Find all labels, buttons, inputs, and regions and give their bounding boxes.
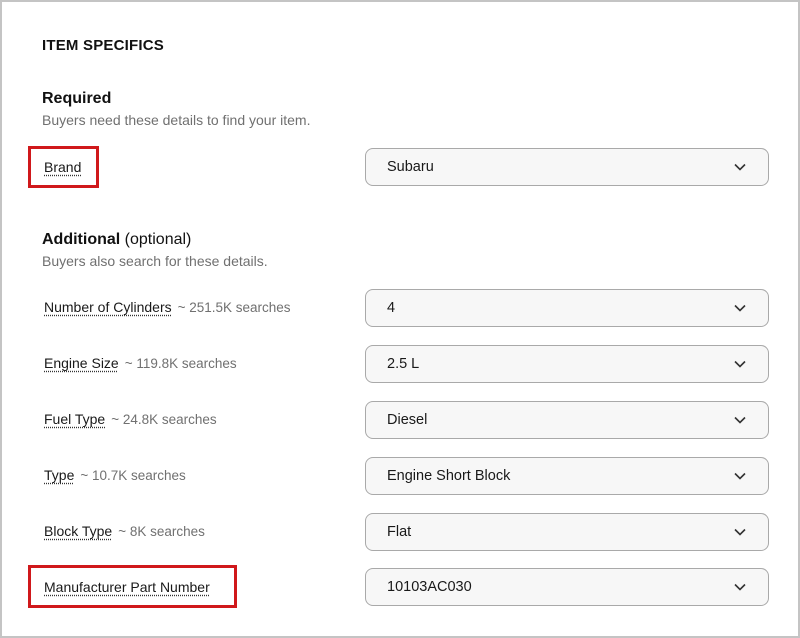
brand-value: Subaru [387,159,434,175]
block-type-searches: ~ 8K searches [118,524,205,539]
field-label-fuel-type: Fuel Type ~ 24.8K searches [44,411,217,427]
block-type-select[interactable]: Flat [365,513,769,551]
engine-size-label[interactable]: Engine Size [44,355,119,371]
field-label-number-of-cylinders: Number of Cylinders ~ 251.5K searches [44,299,291,315]
manufacturer-part-number-value: 10103AC030 [387,579,472,595]
type-searches: ~ 10.7K searches [80,468,186,483]
fuel-type-searches: ~ 24.8K searches [111,412,217,427]
block-type-label[interactable]: Block Type [44,523,112,539]
engine-size-select[interactable]: 2.5 L [365,345,769,383]
item-specifics-panel: ITEM SPECIFICS Required Buyers need thes… [0,0,800,638]
chevron-down-icon [734,583,746,591]
field-label-type: Type ~ 10.7K searches [44,467,186,483]
chevron-down-icon [734,416,746,424]
brand-label[interactable]: Brand [44,159,81,175]
manufacturer-part-number-select[interactable]: 10103AC030 [365,568,769,606]
fuel-type-label[interactable]: Fuel Type [44,411,105,427]
additional-subtitle: Buyers also search for these details. [42,253,268,269]
field-label-block-type: Block Type ~ 8K searches [44,523,205,539]
additional-heading-text: Additional [42,231,121,248]
number-of-cylinders-label[interactable]: Number of Cylinders [44,299,172,315]
additional-optional-tag: (optional) [124,231,192,248]
chevron-down-icon [734,472,746,480]
type-select[interactable]: Engine Short Block [365,457,769,495]
type-label[interactable]: Type [44,467,74,483]
field-label-brand: Brand [44,159,81,175]
required-heading: Required [42,90,112,107]
block-type-value: Flat [387,524,412,540]
number-of-cylinders-select[interactable]: 4 [365,289,769,327]
field-label-manufacturer-part-number: Manufacturer Part Number [44,579,210,595]
engine-size-value: 2.5 L [387,356,420,372]
field-label-engine-size: Engine Size ~ 119.8K searches [44,355,237,371]
brand-select[interactable]: Subaru [365,148,769,186]
number-of-cylinders-searches: ~ 251.5K searches [177,300,291,315]
fuel-type-select[interactable]: Diesel [365,401,769,439]
chevron-down-icon [734,304,746,312]
chevron-down-icon [734,528,746,536]
section-title: ITEM SPECIFICS [42,37,164,54]
type-value: Engine Short Block [387,468,511,484]
manufacturer-part-number-label[interactable]: Manufacturer Part Number [44,579,210,595]
number-of-cylinders-value: 4 [387,300,396,316]
engine-size-searches: ~ 119.8K searches [124,356,237,371]
fuel-type-value: Diesel [387,412,428,428]
required-subtitle: Buyers need these details to find your i… [42,112,311,128]
additional-heading: Additional (optional) [42,231,191,249]
chevron-down-icon [734,360,746,368]
chevron-down-icon [734,163,746,171]
